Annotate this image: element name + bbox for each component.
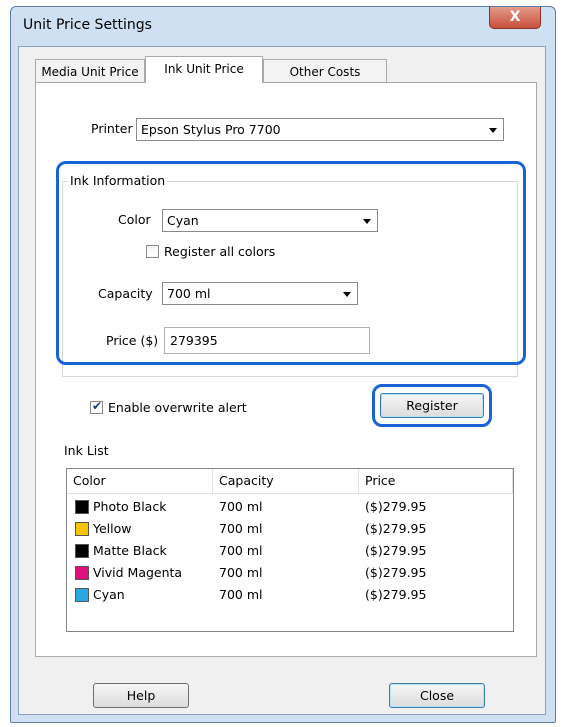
column-header-color[interactable]: Color	[67, 469, 213, 493]
table-row[interactable]: Photo Black 700 ml ($)279.95	[67, 496, 513, 518]
color-select[interactable]: Cyan	[162, 209, 378, 232]
row-capacity: 700 ml	[219, 565, 263, 580]
printer-select[interactable]: Epson Stylus Pro 7700	[136, 118, 504, 141]
tab-other-costs[interactable]: Other Costs	[263, 59, 387, 83]
printer-value: Epson Stylus Pro 7700	[141, 122, 281, 137]
color-swatch	[75, 544, 89, 558]
capacity-label: Capacity	[98, 286, 153, 301]
close-button[interactable]: Close	[389, 683, 485, 708]
column-header-capacity[interactable]: Capacity	[213, 469, 359, 493]
tab-label: Ink Unit Price	[164, 62, 244, 76]
ink-list-title: Ink List	[64, 443, 109, 458]
ink-list-table[interactable]: Color Capacity Price Photo Black 700 ml …	[66, 468, 514, 632]
help-button[interactable]: Help	[93, 683, 189, 708]
tab-media-unit-price[interactable]: Media Unit Price	[35, 59, 145, 83]
ink-unit-price-panel: Printer Epson Stylus Pro 7700 Ink Inform…	[35, 82, 537, 657]
register-all-colors-label[interactable]: Register all colors	[164, 244, 275, 259]
ink-list-header: Color Capacity Price	[67, 469, 513, 494]
color-swatch	[75, 500, 89, 514]
overwrite-alert-label[interactable]: Enable overwrite alert	[108, 400, 247, 415]
table-row[interactable]: Vivid Magenta 700 ml ($)279.95	[67, 562, 513, 584]
table-row[interactable]: Cyan 700 ml ($)279.95	[67, 584, 513, 606]
ink-information-title: Ink Information	[68, 173, 168, 188]
row-price: ($)279.95	[365, 499, 427, 514]
printer-label: Printer	[91, 121, 133, 136]
color-swatch	[75, 566, 89, 580]
tab-label: Media Unit Price	[41, 65, 139, 79]
tab-label: Other Costs	[289, 65, 361, 79]
row-color: Vivid Magenta	[93, 565, 183, 580]
row-price: ($)279.95	[365, 521, 427, 536]
color-swatch	[75, 588, 89, 602]
price-input[interactable]: 279395	[164, 327, 370, 354]
row-price: ($)279.95	[365, 587, 427, 602]
help-button-label: Help	[126, 688, 156, 703]
row-price: ($)279.95	[365, 565, 427, 580]
price-value: 279395	[170, 333, 218, 348]
chevron-down-icon	[343, 292, 351, 297]
row-capacity: 700 ml	[219, 521, 263, 536]
window-title: Unit Price Settings	[23, 17, 152, 33]
capacity-value: 700 ml	[167, 286, 211, 301]
chevron-down-icon	[489, 128, 497, 133]
table-row[interactable]: Yellow 700 ml ($)279.95	[67, 518, 513, 540]
row-capacity: 700 ml	[219, 543, 263, 558]
checkmark-icon: ✔	[92, 399, 103, 413]
chevron-down-icon	[363, 219, 371, 224]
capacity-select[interactable]: 700 ml	[162, 282, 358, 305]
table-row[interactable]: Matte Black 700 ml ($)279.95	[67, 540, 513, 562]
color-value: Cyan	[167, 213, 199, 228]
dialog-client-area: Media Unit Price Ink Unit Price Other Co…	[18, 46, 546, 715]
row-color: Photo Black	[93, 499, 167, 514]
close-icon: X	[509, 9, 521, 25]
window-close-button[interactable]: X	[489, 7, 541, 29]
tab-ink-unit-price[interactable]: Ink Unit Price	[145, 56, 263, 83]
row-capacity: 700 ml	[219, 499, 263, 514]
title-bar[interactable]: Unit Price Settings X	[11, 7, 555, 47]
row-color: Yellow	[93, 521, 132, 536]
close-button-label: Close	[419, 688, 455, 703]
row-capacity: 700 ml	[219, 587, 263, 602]
overwrite-alert-checkbox[interactable]: ✔	[90, 399, 103, 414]
row-price: ($)279.95	[365, 543, 427, 558]
row-color: Cyan	[93, 587, 125, 602]
color-swatch	[75, 522, 89, 536]
column-header-price[interactable]: Price	[359, 469, 513, 493]
price-label: Price ($)	[106, 333, 159, 348]
row-color: Matte Black	[93, 543, 167, 558]
register-all-colors-checkbox[interactable]	[146, 245, 159, 258]
register-button[interactable]: Register	[380, 393, 484, 418]
color-label: Color	[118, 212, 151, 227]
register-button-label: Register	[406, 398, 458, 413]
